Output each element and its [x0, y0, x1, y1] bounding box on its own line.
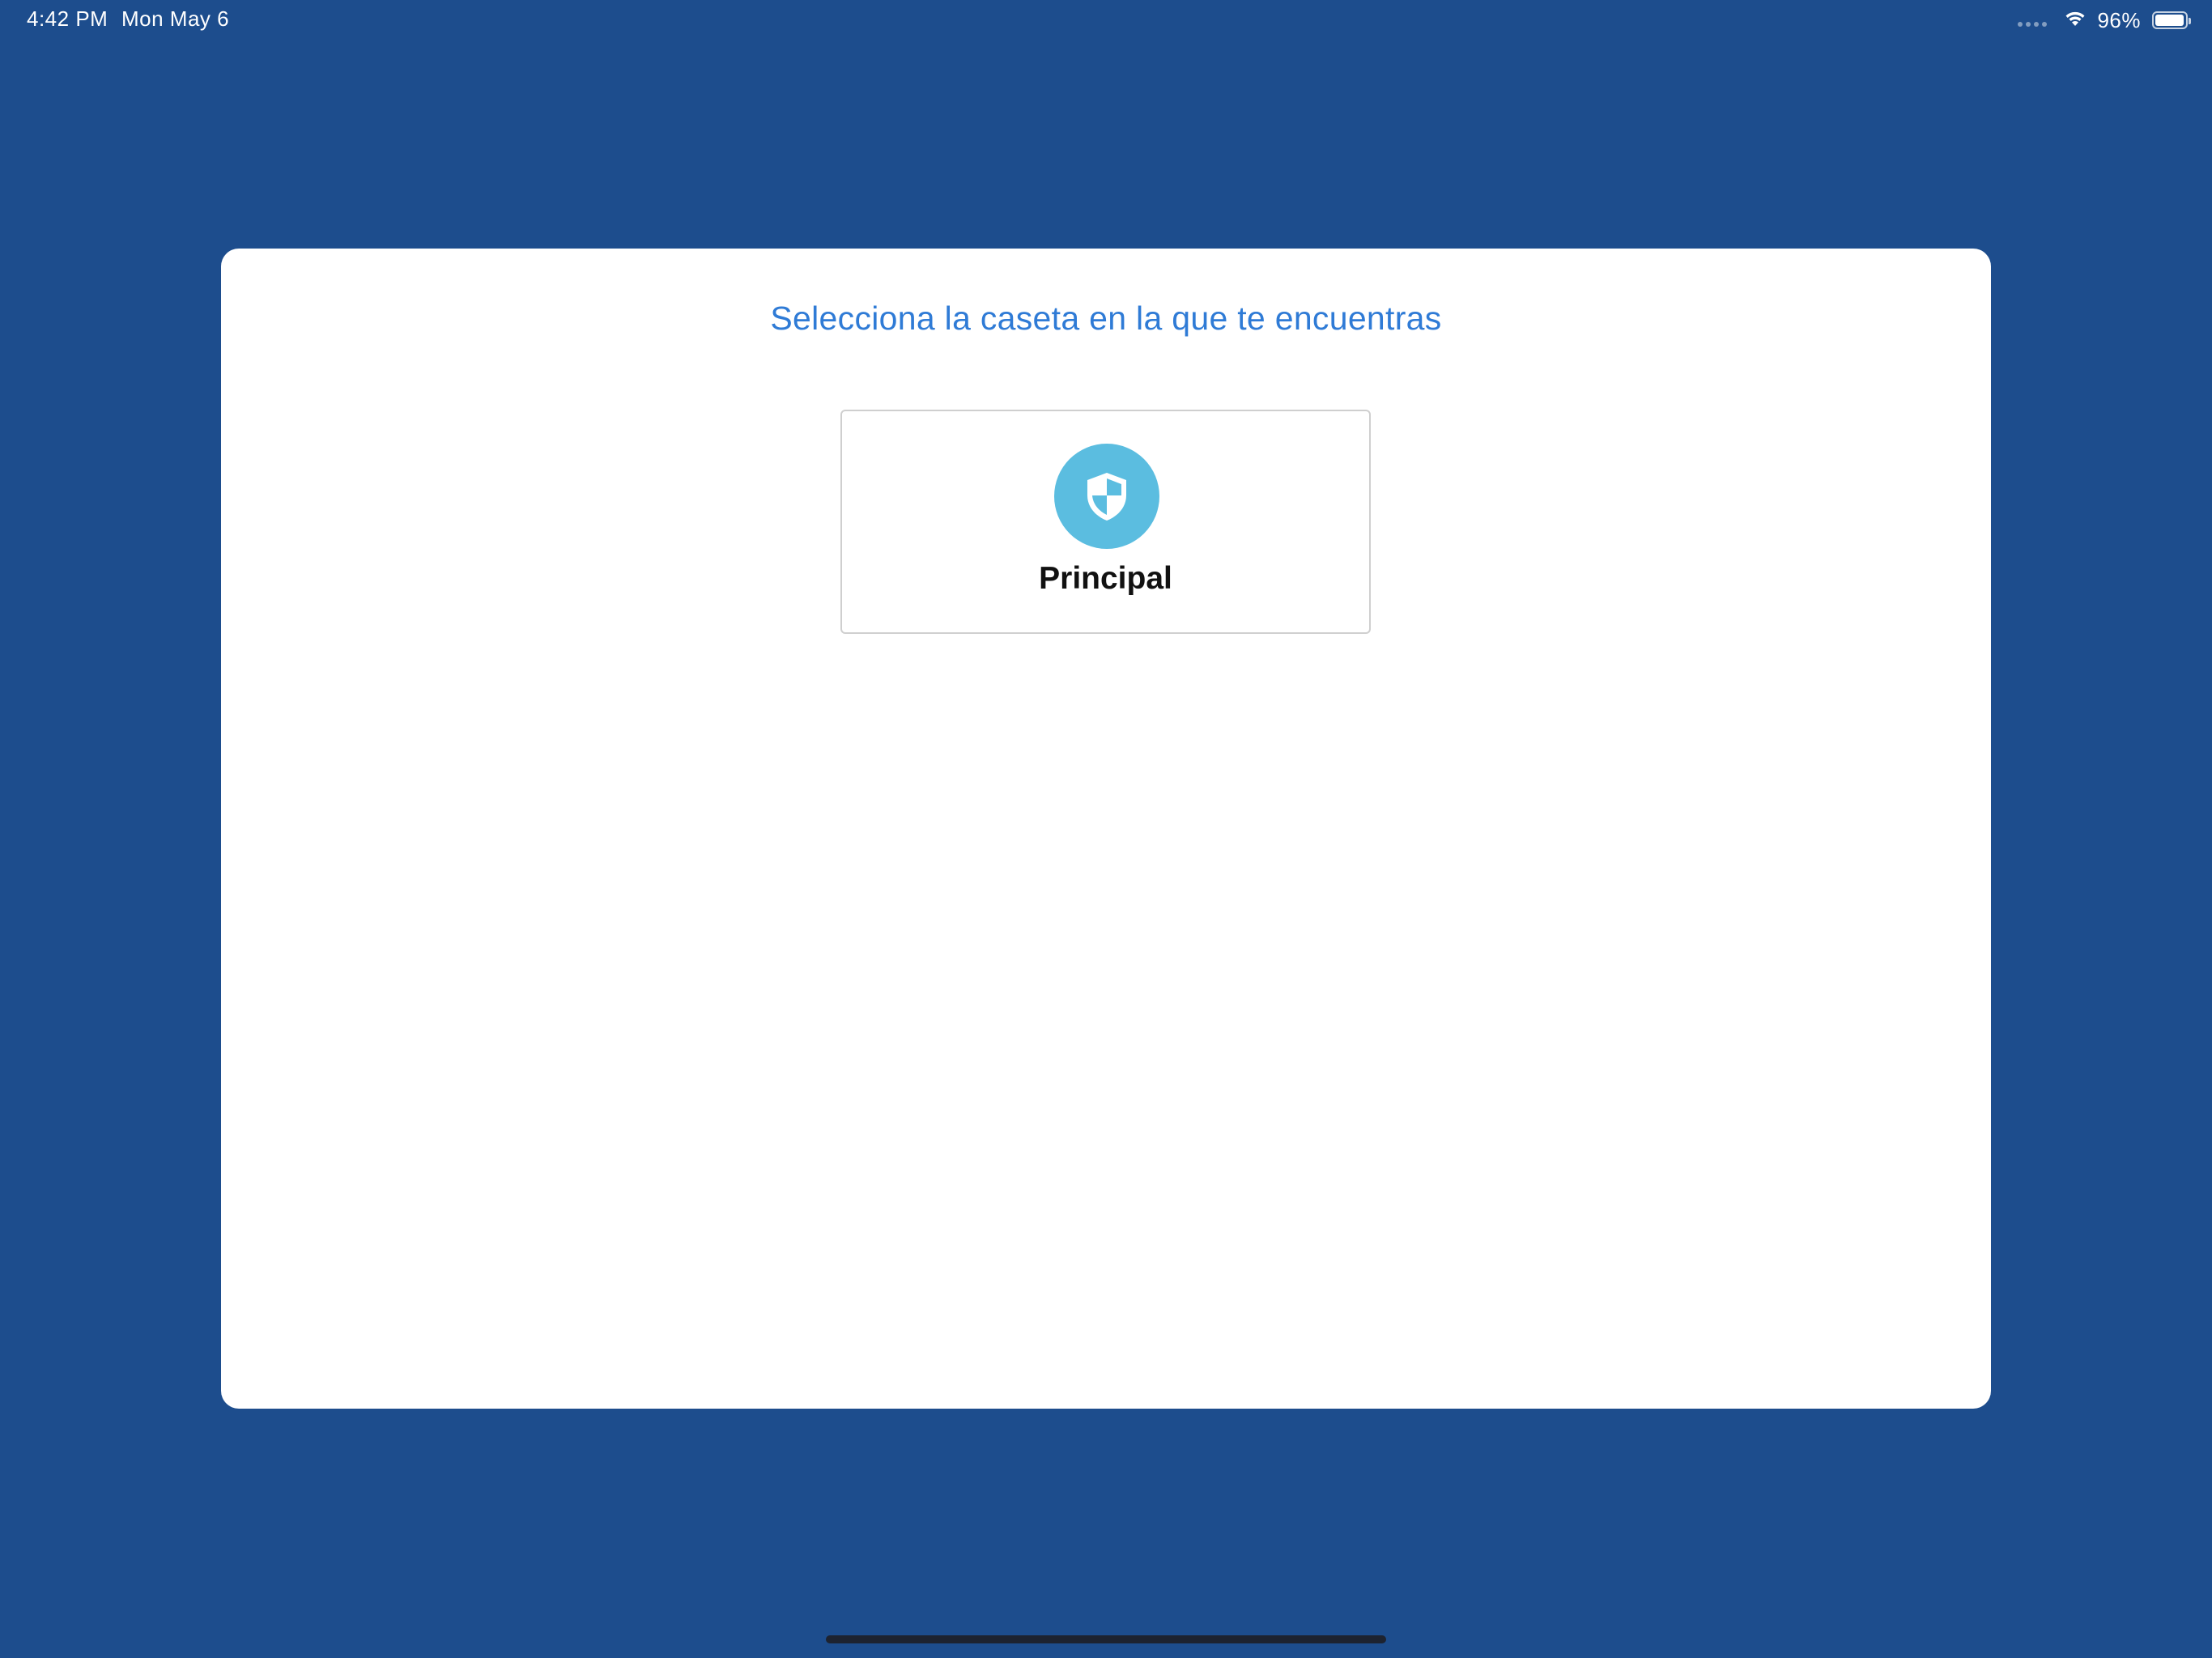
wifi-icon	[2063, 8, 2087, 33]
booth-option-principal[interactable]: Principal	[840, 410, 1371, 634]
status-time: 4:42 PM	[27, 6, 108, 31]
battery-percent: 96%	[2097, 7, 2141, 32]
status-indicators: 96%	[2018, 6, 2191, 34]
battery-fill	[2155, 15, 2184, 26]
booth-selection-card: Selecciona la caseta en la que te encuen…	[221, 249, 1991, 1409]
cellular-signal-icon	[2018, 14, 2048, 27]
booth-option-label: Principal	[1039, 561, 1172, 596]
home-indicator[interactable]	[826, 1635, 1386, 1643]
shield-icon	[1054, 444, 1159, 549]
status-bar: 4:42 PM Mon May 6 96%	[0, 0, 2212, 39]
status-date: Mon May 6	[121, 6, 230, 31]
battery-icon	[2152, 11, 2191, 29]
card-title: Selecciona la caseta en la que te encuen…	[770, 300, 1442, 337]
